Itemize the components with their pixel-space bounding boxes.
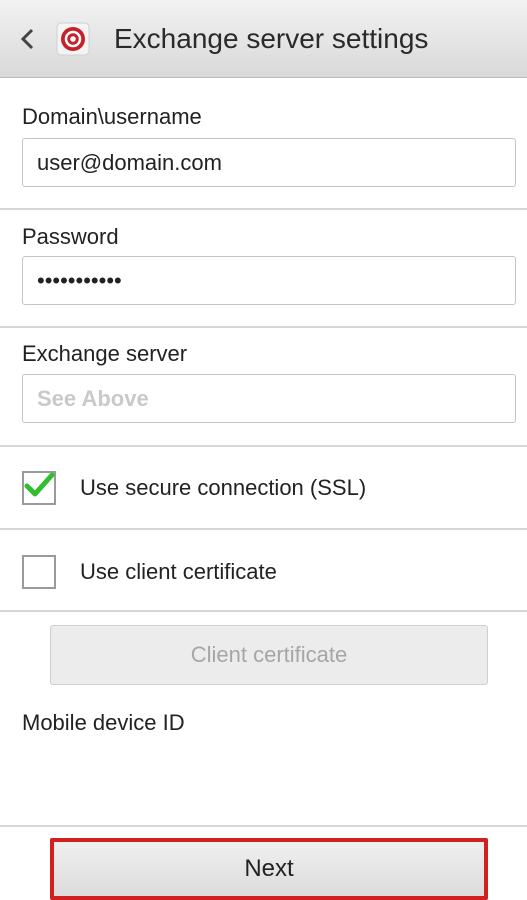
ssl-label: Use secure connection (SSL) (80, 475, 367, 500)
password-field[interactable]: ••••••••••• (22, 256, 516, 305)
divider (0, 326, 527, 328)
ssl-checkbox[interactable] (22, 471, 56, 505)
device-id-label: Mobile device ID (22, 710, 185, 735)
next-button[interactable]: Next (50, 838, 488, 900)
ssl-option[interactable]: Use secure connection (SSL) (22, 466, 366, 510)
server-label: Exchange server (22, 341, 188, 366)
divider (0, 208, 527, 210)
back-button[interactable] (8, 27, 48, 51)
chevron-left-icon (20, 28, 34, 49)
divider (0, 825, 527, 827)
checkmark-icon (24, 472, 55, 497)
username-field[interactable]: user@domain.com (22, 138, 516, 187)
page-title: Exchange server settings (114, 22, 429, 54)
client-cert-label: Use client certificate (80, 559, 277, 584)
divider (0, 610, 527, 612)
client-cert-checkbox[interactable] (22, 555, 56, 589)
username-label: Domain\username (22, 104, 202, 129)
client-certificate-button[interactable]: Client certificate (50, 625, 488, 685)
divider (0, 445, 527, 447)
divider (0, 528, 527, 530)
password-label: Password (22, 224, 119, 249)
server-field[interactable]: See Above (22, 374, 516, 423)
email-at-icon (54, 20, 92, 58)
title-bar: Exchange server settings (0, 0, 527, 78)
client-cert-option[interactable]: Use client certificate (22, 550, 277, 594)
